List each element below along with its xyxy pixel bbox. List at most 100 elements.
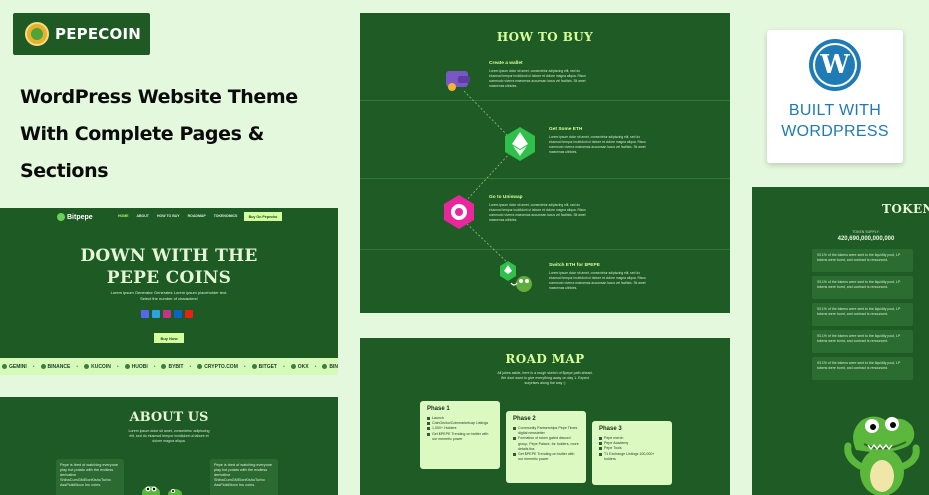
exchange-ticker: GEMINI • BINANCE • KUCOIN • HUOBI • BYBIT • CRYPTO… (0, 358, 338, 375)
discord-icon[interactable] (141, 310, 149, 318)
badge-line-2: WORDPRESS (781, 123, 889, 140)
token-row-4: 93.1% of the tokens were sent to the liq… (812, 330, 913, 353)
hero-preview: Bitpepe HOME ABOUT HOW TO BUY ROADMAP TO… (0, 208, 338, 358)
menu-item-how-to-buy[interactable]: HOW TO BUY (157, 214, 180, 218)
ticker-item: BINANCE (40, 364, 70, 370)
ticker-item: BINGX JAPAN (322, 364, 338, 370)
roadmap-preview: ROAD MAP All jokes aside, here is a roug… (360, 338, 730, 495)
phase-item: T1 Exchange Listings 100,000+ holders (599, 452, 665, 462)
frog-icon (57, 213, 65, 221)
buy-now-button[interactable]: Buy Now (154, 333, 184, 343)
phase-2-card: Phase 2 Community Partnerships Pepe Time… (506, 411, 586, 483)
ticker-separator: • (116, 363, 119, 370)
ticker-label: KUCOIN (91, 363, 111, 370)
ticker-separator: • (153, 363, 156, 370)
menu-item-roadmap[interactable]: ROADMAP (188, 214, 206, 218)
step-4-text: Lorem ipsum dolor sit amet, consectetur … (549, 271, 646, 290)
phase-1-list: Launch CoinGecko/Coinmarketcap Listings … (427, 416, 493, 442)
phase-3-list: Pepe merch Pepe Academy Pepe Tools T1 Ex… (599, 436, 665, 462)
brand-logo[interactable]: PEPECOIN (13, 13, 150, 55)
badge-line-1: BUILT WITH (788, 102, 882, 119)
hero-title-line-2: PEPE COINS (106, 268, 232, 288)
ticker-item: BITGET (251, 363, 277, 370)
phase-2-title: Phase 2 (513, 416, 536, 422)
step-1-text: Lorem ipsum dolor sit amet, consectetur … (489, 69, 586, 88)
hero-title-line-1: DOWN WITH THE (80, 246, 258, 266)
youtube-icon[interactable] (185, 310, 193, 318)
phase-1-title: Phase 1 (427, 406, 450, 412)
token-supply-label: TOKEN SUPPLY: (852, 230, 880, 234)
phase-2-list: Community Partnerships Pepe Times digita… (513, 426, 579, 462)
phase-item: Formation of token gated discord group, … (513, 436, 579, 452)
headline-line-3: Sections (20, 160, 109, 182)
phase-1-card: Phase 1 Launch CoinGecko/Coinmarketcap L… (420, 401, 500, 469)
about-description: Lorem ipsum dolor sit amet, consectetur … (128, 429, 210, 443)
instagram-icon[interactable] (163, 310, 171, 318)
hero-logo-text: Bitpepe (67, 213, 93, 221)
ticker-separator: • (76, 363, 79, 370)
ticker-separator: • (189, 363, 192, 370)
step-4-title: Switch ETH for $PEPE (549, 263, 600, 268)
about-title: ABOUT US (129, 410, 209, 425)
hero-description: Lorem ipsum Generator Generates Lorem ip… (110, 290, 228, 301)
ticker-item: OKX (290, 364, 309, 370)
ticker-item: BYBIT (161, 364, 183, 370)
token-row-5: 93.1% of the tokens were sent to the liq… (812, 357, 913, 380)
step-3-title: Go to Uniswap (489, 195, 523, 200)
wordpress-logo-icon: W (809, 39, 861, 91)
exchange-logo-icon (84, 364, 90, 369)
crocodile-mascot-icon (142, 486, 182, 495)
buy-on-button[interactable]: Buy On Pepecho (244, 212, 282, 221)
hero-navbar: Bitpepe HOME ABOUT HOW TO BUY ROADMAP TO… (0, 208, 338, 226)
ticker-label: CRYPTO.COM (204, 363, 238, 370)
telegram-icon[interactable] (152, 310, 160, 318)
about-preview: ABOUT US Lorem ipsum dolor sit amet, con… (0, 397, 338, 495)
exchange-logo-icon (161, 364, 167, 369)
step-2-text: Lorem ipsum dolor sit amet, consectetur … (549, 135, 646, 154)
phase-3-title: Phase 3 (599, 426, 622, 432)
step-connectors (463, 90, 511, 266)
page-headline: WordPress Website Theme With Complete Pa… (20, 79, 350, 190)
ticker-label: BYBIT (168, 363, 184, 370)
menu-item-home[interactable]: HOME (118, 214, 129, 218)
ticker-label: BITGET (258, 363, 277, 370)
token-row-3: 93.1% of the tokens were sent to the liq… (812, 303, 913, 326)
ticker-separator: • (32, 363, 35, 370)
phase-3-card: Phase 3 Pepe merch Pepe Academy Pepe Too… (592, 421, 672, 485)
linkedin-icon[interactable] (174, 310, 182, 318)
menu-item-about[interactable]: ABOUT (137, 214, 149, 218)
hero-menu: HOME ABOUT HOW TO BUY ROADMAP TOKENOMICS… (118, 214, 264, 218)
hero-title: DOWN WITH THE PEPE COINS (0, 245, 338, 289)
phase-item: Get $PEPE Trending on twitter with our m… (513, 452, 579, 462)
about-card-2: Pepe is tired of watching everyone play … (210, 459, 278, 495)
exchange-logo-icon (40, 364, 46, 369)
wallet-icon (446, 71, 470, 91)
about-card-1: Pepe is tired of watching everyone play … (56, 459, 124, 495)
phase-item: Community Partnerships Pepe Times digita… (513, 426, 579, 436)
social-links (141, 310, 193, 318)
crocodile-mascot-icon (844, 416, 920, 495)
exchange-logo-icon (322, 364, 328, 369)
hero-logo[interactable]: Bitpepe (57, 212, 93, 222)
headline-line-2: With Complete Pages & (20, 123, 264, 145)
how-to-buy-preview: HOW TO BUY Create a wallet Lorem ipsum d… (360, 13, 730, 313)
ticker-separator: • (282, 363, 285, 370)
headline-line-1: WordPress Website Theme (20, 86, 298, 108)
pepecoin-icon (25, 22, 49, 46)
ticker-item: CRYPTO.COM (197, 364, 238, 370)
wordpress-glyph: W (815, 45, 855, 85)
tokenomics-title: TOKEN (882, 202, 929, 216)
step-1-title: Create a wallet (489, 61, 523, 66)
ticker-label: BINGX JAPAN (329, 363, 338, 370)
step-2-title: Get Some ETH (549, 127, 583, 132)
menu-item-tokenomics[interactable]: TOKENOMICS (214, 214, 238, 218)
ticker-separator: • (243, 363, 246, 370)
roadmap-title: ROAD MAP (505, 352, 585, 366)
exchange-logo-icon (124, 364, 130, 369)
built-with-wordpress-badge: W BUILT WITH WORDPRESS (767, 30, 903, 163)
ticker-item: KUCOIN (84, 364, 111, 370)
exchange-logo-icon (290, 364, 296, 369)
ticker-item: GEMINI (2, 364, 27, 370)
pepe-swap-icon (500, 261, 532, 292)
step-3-text: Lorem ipsum dolor sit amet, consectetur … (489, 203, 586, 222)
